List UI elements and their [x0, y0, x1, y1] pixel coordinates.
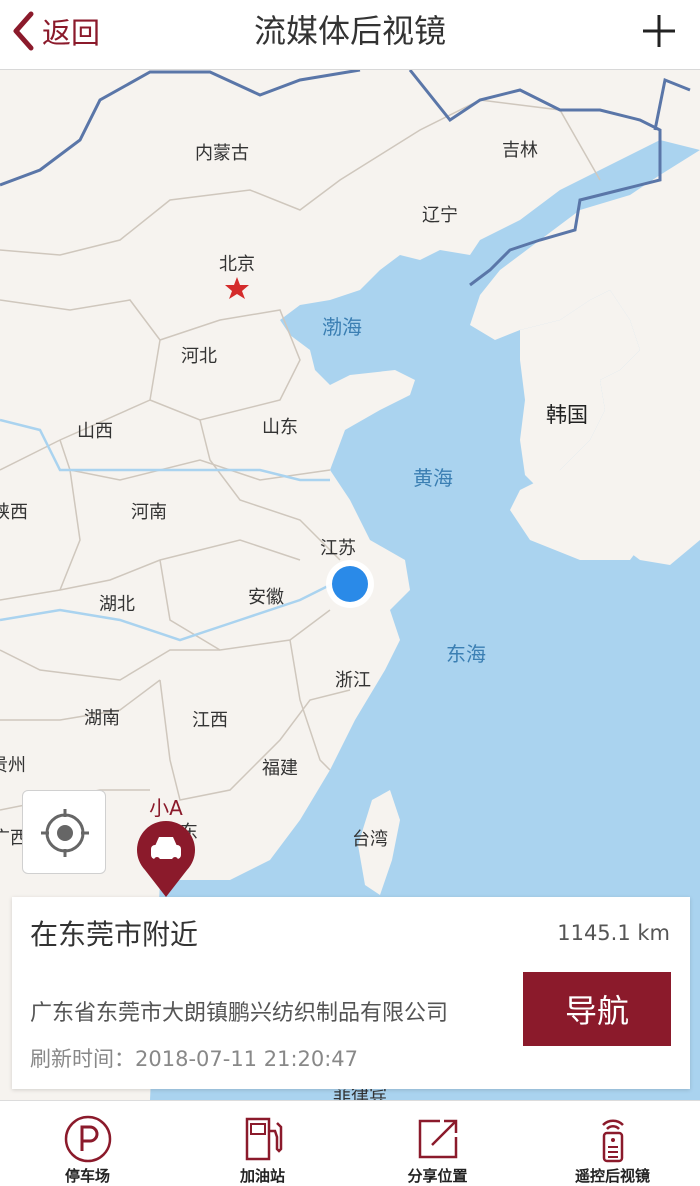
province-label: 贵州 [0, 755, 26, 776]
refresh-timestamp: 2018-07-11 21:20:47 [135, 1047, 359, 1071]
province-label: 安徽 [248, 587, 284, 608]
province-label: 山东 [262, 417, 298, 438]
navigate-button[interactable]: 导航 [523, 972, 671, 1046]
province-label: 吉林 [502, 140, 538, 161]
page-title: 流媒体后视镜 [253, 12, 446, 50]
province-label: 浙江 [335, 670, 371, 691]
crosshair-icon [41, 809, 89, 857]
parking-icon [64, 1115, 111, 1163]
tab-label: 遥控后视镜 [574, 1167, 650, 1185]
country-label: 韩国 [546, 403, 588, 427]
province-label: 北京 [219, 254, 255, 275]
header-bar: 返回 流媒体后视镜 [0, 0, 700, 70]
tab-parking[interactable]: 停车场 [0, 1101, 175, 1186]
address-text: 广东省东莞市大朗镇鹏兴纺织制品有限公司 [30, 1001, 449, 1026]
location-title: 在东莞市附近 [30, 918, 199, 951]
tab-label: 停车场 [64, 1167, 110, 1185]
province-label: 台湾 [352, 829, 388, 850]
location-info-card: 在东莞市附近 1145.1 km 广东省东莞市大朗镇鹏兴纺织制品有限公司 刷新时… [12, 897, 690, 1089]
distance-value: 1145.1 km [557, 921, 670, 945]
province-label: 内蒙古 [195, 143, 249, 164]
province-label: 河南 [131, 502, 167, 523]
tab-label: 分享位置 [407, 1167, 468, 1185]
province-label: 陕西 [0, 502, 28, 523]
refresh-time: 刷新时间：2018-07-11 21:20:47 [30, 1043, 358, 1073]
province-label: 辽宁 [422, 205, 458, 226]
province-label: 山西 [77, 421, 113, 442]
sea-label: 黄海 [413, 466, 453, 490]
bottom-tab-bar: 停车场 加油站 分享位置 遥控后视镜 [0, 1100, 700, 1185]
tab-gas-station[interactable]: 加油站 [175, 1101, 350, 1186]
sea-label: 渤海 [322, 315, 362, 339]
tab-remote-mirror[interactable]: 遥控后视镜 [525, 1101, 700, 1186]
refresh-label: 刷新时间： [30, 1047, 135, 1071]
tab-label: 加油站 [239, 1167, 285, 1185]
tab-share-location[interactable]: 分享位置 [350, 1101, 525, 1186]
province-label: 福建 [262, 758, 298, 779]
share-icon [418, 1119, 457, 1159]
locate-button[interactable] [22, 790, 106, 874]
remote-icon [601, 1119, 624, 1163]
province-label: 湖南 [84, 708, 120, 729]
province-label: 河北 [181, 346, 217, 367]
sea-label: 东海 [446, 642, 486, 666]
vehicle-label: 小A [149, 796, 183, 820]
province-label: 江西 [192, 710, 228, 731]
province-label: 湖北 [99, 594, 135, 615]
add-icon[interactable] [640, 12, 678, 50]
province-label: 江苏 [320, 538, 356, 559]
gas-station-icon [245, 1117, 282, 1161]
